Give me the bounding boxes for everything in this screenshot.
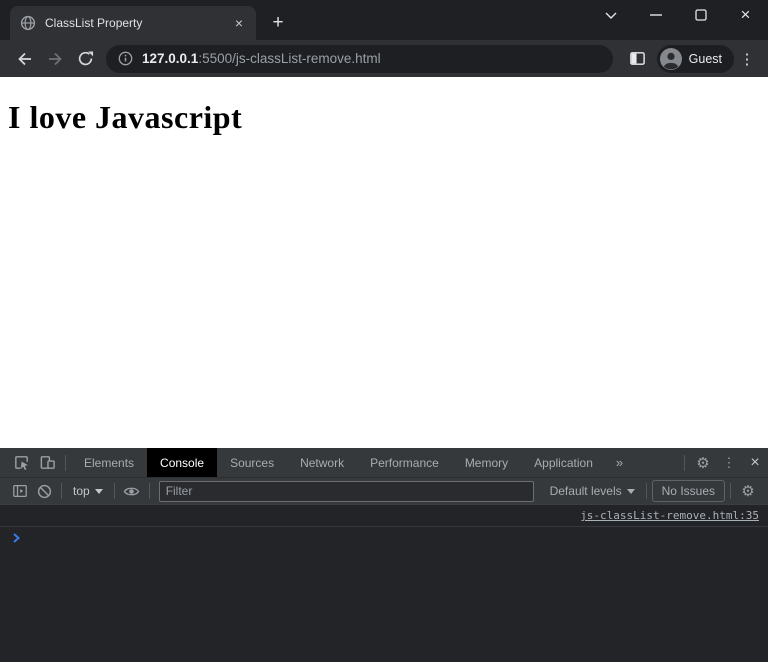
devtools-tab-console[interactable]: Console (147, 448, 218, 477)
console-messages: js-classList-remove.html:35 (0, 505, 768, 662)
profile-button[interactable]: Guest (656, 44, 734, 73)
divider (65, 454, 66, 471)
divider (113, 483, 115, 499)
devtools-tab-network[interactable]: Network (287, 448, 357, 477)
log-source-link[interactable]: js-classList-remove.html:35 (580, 509, 759, 522)
window-chevron-down-icon[interactable] (588, 0, 633, 30)
devtools-tab-memory[interactable]: Memory (452, 448, 521, 477)
devtools-menu-kebab-icon[interactable]: ⋮ (716, 450, 742, 476)
browser-tab[interactable]: ClassList Property × (10, 6, 256, 40)
url-host: 127.0.0.1 (142, 51, 199, 66)
divider (61, 483, 62, 499)
log-levels-label: Default levels (549, 484, 622, 498)
console-settings-gear-icon[interactable]: ⚙ (736, 479, 760, 503)
log-levels-dropdown[interactable]: Default levels (544, 484, 641, 498)
device-toolbar-icon[interactable] (34, 450, 60, 476)
devtools-tab-application[interactable]: Application (521, 448, 606, 477)
divider (645, 483, 647, 499)
devtools-tabbar-right: ⚙ ⋮ × (679, 450, 768, 476)
divider (684, 454, 685, 471)
url-text: 127.0.0.1:5500/js-classList-remove.html (142, 51, 381, 66)
globe-favicon-icon (20, 15, 36, 31)
info-icon[interactable] (118, 51, 133, 66)
window-maximize-icon[interactable] (678, 0, 723, 30)
window-close-icon[interactable]: × (723, 0, 768, 30)
window-controls: × (588, 0, 768, 30)
side-panel-icon[interactable] (623, 44, 653, 74)
chevron-down-icon (626, 488, 635, 494)
no-issues-button[interactable]: No Issues (651, 480, 725, 502)
divider (148, 483, 150, 499)
console-prompt[interactable] (0, 527, 768, 549)
devtools-panel: Elements Console Sources Network Perform… (0, 448, 768, 662)
back-icon[interactable] (10, 44, 40, 74)
divider (730, 483, 731, 499)
console-sidebar-icon[interactable] (8, 479, 32, 503)
console-log-row: js-classList-remove.html:35 (0, 505, 768, 527)
url-path: :5500/js-classList-remove.html (198, 51, 381, 66)
more-tabs-icon[interactable]: » (606, 448, 633, 477)
new-tab-button[interactable]: + (264, 9, 292, 37)
browser-toolbar: 127.0.0.1:5500/js-classList-remove.html … (0, 40, 768, 77)
address-bar[interactable]: 127.0.0.1:5500/js-classList-remove.html (106, 44, 613, 73)
page-heading: I love Javascript (8, 99, 243, 135)
tab-strip: ClassList Property × + × (0, 0, 768, 40)
reload-icon[interactable] (70, 44, 100, 74)
console-empty-space[interactable] (0, 549, 768, 662)
devtools-tab-performance[interactable]: Performance (357, 448, 452, 477)
devtools-close-icon[interactable]: × (742, 450, 768, 476)
avatar-icon (659, 47, 682, 70)
prompt-chevron-icon (13, 533, 20, 543)
forward-icon[interactable] (40, 44, 70, 74)
context-selector[interactable]: top (67, 484, 109, 498)
devtools-tab-sources[interactable]: Sources (217, 448, 287, 477)
page-content: I love Javascript (0, 77, 768, 448)
browser-menu-kebab-icon[interactable]: ⋮ (734, 44, 760, 74)
devtools-tab-elements[interactable]: Elements (71, 448, 147, 477)
context-selector-label: top (73, 484, 90, 498)
browser-window: ClassList Property × + × 127.0.0.1:5500/… (0, 0, 768, 662)
devtools-tabbar: Elements Console Sources Network Perform… (0, 448, 768, 477)
devtools-settings-gear-icon[interactable]: ⚙ (690, 450, 716, 476)
clear-console-icon[interactable] (32, 479, 56, 503)
profile-label: Guest (688, 51, 722, 66)
window-minimize-icon[interactable] (633, 0, 678, 30)
tab-title: ClassList Property (45, 16, 143, 30)
tab-close-icon[interactable]: × (230, 14, 248, 32)
live-expression-eye-icon[interactable] (120, 479, 144, 503)
console-toolbar: top Default levels No Issues ⚙ (0, 477, 768, 505)
inspect-element-icon[interactable] (8, 450, 34, 476)
console-filter-input[interactable] (158, 480, 534, 502)
chevron-down-icon (94, 488, 103, 494)
